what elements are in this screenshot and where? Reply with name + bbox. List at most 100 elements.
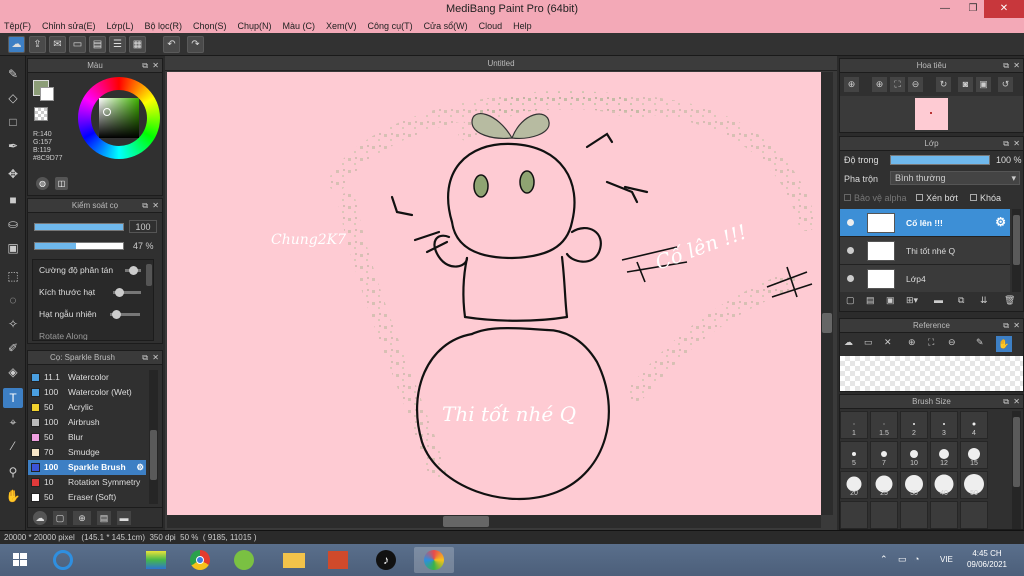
green-app-icon[interactable] — [228, 547, 260, 573]
bucket-tool-icon[interactable]: ⛀ — [3, 214, 23, 234]
new-brush-icon[interactable]: ▢ — [53, 511, 67, 525]
cloud-icon[interactable]: ☁ — [844, 337, 853, 348]
menu-window[interactable]: Cửa sổ(W) — [424, 21, 468, 31]
new-layer-icon[interactable]: ▢ — [846, 295, 855, 306]
close-panel-icon[interactable]: ✕ — [1013, 395, 1020, 409]
brush-size-cell[interactable]: 12 — [930, 441, 958, 469]
brush-size-scrollbar[interactable] — [1012, 411, 1021, 529]
page-icon[interactable]: ▭ — [69, 36, 86, 53]
eye-icon[interactable] — [847, 219, 854, 226]
brush-size-cell[interactable] — [960, 501, 988, 529]
copy-layer-icon[interactable]: ▣ — [886, 295, 895, 306]
brush-item[interactable]: 100 Watercolor (Wet) — [28, 385, 146, 400]
redo-icon[interactable]: ↷ — [187, 36, 204, 53]
open-folder-icon[interactable]: ▭ — [864, 337, 873, 348]
document-icon[interactable]: ▤ — [89, 36, 106, 53]
bluestacks-icon[interactable] — [140, 547, 172, 573]
brush-size-cell[interactable] — [840, 501, 868, 529]
rectangle-tool-icon[interactable]: □ — [3, 112, 23, 132]
cloud-icon[interactable]: ☁ — [8, 36, 25, 53]
close-panel-icon[interactable]: ✕ — [1013, 59, 1020, 73]
brush-size-cell[interactable]: 7 — [870, 441, 898, 469]
layer-row[interactable]: Lớp4 — [840, 265, 1010, 292]
color-picker-handle[interactable] — [103, 108, 111, 116]
lasso-tool-icon[interactable]: ◌ — [3, 290, 23, 310]
brush-size-cell[interactable]: 2 — [900, 411, 928, 439]
merge-icon[interactable]: ⇊ — [980, 295, 988, 306]
layer-opacity-slider[interactable] — [890, 155, 990, 165]
brush-item-selected[interactable]: 100 Sparkle Brush ⚙ — [28, 460, 146, 475]
powerpoint-icon[interactable] — [322, 547, 354, 573]
brush-size-cell[interactable]: 30 — [900, 471, 928, 499]
zoom-out-icon[interactable]: ⊖ — [908, 77, 923, 92]
duplicate-icon[interactable]: ⧉ — [958, 295, 964, 306]
zoom-in-icon[interactable]: ⊕ — [844, 77, 859, 92]
magic-wand-tool-icon[interactable]: ✧ — [3, 314, 23, 334]
tray-chevron-icon[interactable]: ⌃ — [880, 554, 888, 565]
brush-size-value[interactable]: 100 — [129, 220, 157, 233]
select-rect-tool-icon[interactable]: ⬚ — [3, 266, 23, 286]
canvas-horizontal-scrollbar[interactable] — [167, 515, 821, 528]
saturation-square[interactable] — [99, 98, 139, 138]
chrome-icon[interactable] — [184, 547, 216, 573]
float-icon[interactable]: ⧉ — [1003, 137, 1009, 151]
gear-icon[interactable]: ⚙ — [136, 460, 144, 475]
protect-alpha-option[interactable]: Bảo vệ alpha — [844, 193, 907, 203]
operation-tool-icon[interactable]: ⌖ — [3, 412, 23, 432]
close-button[interactable]: ✕ — [984, 0, 1024, 18]
layer-row-selected[interactable]: Cố lên !!! ⚙ — [840, 209, 1010, 237]
brush-item[interactable]: 11.1 Watercolor — [28, 370, 146, 385]
fill-rect-tool-icon[interactable]: ■ — [3, 190, 23, 210]
navigator-preview[interactable] — [840, 96, 1023, 132]
document-tab[interactable]: Untitled — [165, 56, 837, 71]
move-tool-icon[interactable]: ✥ — [3, 164, 23, 184]
trash-icon[interactable]: 🗑 — [1004, 295, 1015, 306]
clipping-option[interactable]: Xén bớt — [916, 193, 958, 203]
brush-item[interactable]: 100 Airbrush — [28, 415, 146, 430]
brush-size-cell[interactable]: 1.5 — [870, 411, 898, 439]
list-icon[interactable]: ☰ — [109, 36, 126, 53]
close-panel-icon[interactable]: ✕ — [152, 199, 159, 213]
brush-size-cell[interactable]: 25 — [870, 471, 898, 499]
brush-list-scrollbar[interactable] — [149, 370, 158, 504]
rotate-left-icon[interactable]: ↺ — [998, 77, 1013, 92]
select-eraser-tool-icon[interactable]: ◈ — [3, 362, 23, 382]
eye-icon[interactable] — [847, 247, 854, 254]
eyedropper-icon[interactable]: ✎ — [976, 337, 984, 348]
hand-icon[interactable]: ✋ — [996, 336, 1012, 352]
fit-icon[interactable]: ⛶ — [928, 337, 934, 348]
minimize-button[interactable]: — — [932, 0, 958, 18]
divide-tool-icon[interactable]: ⁄ — [3, 436, 23, 456]
add-layer-dropdown-icon[interactable]: ⊞▾ — [906, 295, 918, 306]
close-panel-icon[interactable]: ✕ — [1013, 137, 1020, 151]
hand-tool-icon[interactable]: ✋ — [3, 486, 23, 506]
brush-size-cell[interactable]: 4 — [960, 411, 988, 439]
brush-size-cell[interactable]: 1 — [840, 411, 868, 439]
float-icon[interactable]: ⧉ — [1003, 59, 1009, 73]
brush-size-cell[interactable] — [900, 501, 928, 529]
close-panel-icon[interactable]: ✕ — [1013, 319, 1020, 333]
reference-view[interactable] — [840, 356, 1023, 391]
float-icon[interactable]: ⧉ — [1003, 319, 1009, 333]
rotate-icon[interactable]: ↻ — [936, 77, 951, 92]
palette-icon[interactable]: ◍ — [36, 177, 49, 190]
brush-size-cell[interactable]: 20 — [840, 471, 868, 499]
brush-item[interactable]: 50 Eraser (Soft) — [28, 490, 146, 505]
brush-size-cell[interactable]: 40 — [930, 471, 958, 499]
text-tool-icon[interactable]: T — [3, 388, 23, 408]
brush-size-cell[interactable]: 5 — [840, 441, 868, 469]
layer-row[interactable]: Thi tốt nhé Q — [840, 237, 1010, 265]
eyedropper-tool-icon[interactable]: ⚲ — [3, 462, 23, 482]
zoom-out-icon[interactable]: ⊖ — [948, 337, 956, 348]
transparent-swatch[interactable] — [34, 107, 48, 121]
hue-ring[interactable] — [78, 77, 160, 159]
zoom-in-icon[interactable]: ⊕ — [872, 77, 887, 92]
menu-color[interactable]: Màu (C) — [283, 21, 316, 31]
brush-item[interactable]: 70 Smudge — [28, 445, 146, 460]
canvas-vertical-scrollbar[interactable] — [821, 72, 833, 515]
medibang-taskbar-icon[interactable] — [414, 547, 454, 573]
lock-option[interactable]: Khóa — [970, 193, 1001, 203]
upload-icon[interactable]: ⇪ — [29, 36, 46, 53]
reset-icon[interactable]: ◙ — [958, 77, 973, 92]
float-icon[interactable]: ⧉ — [142, 59, 148, 73]
